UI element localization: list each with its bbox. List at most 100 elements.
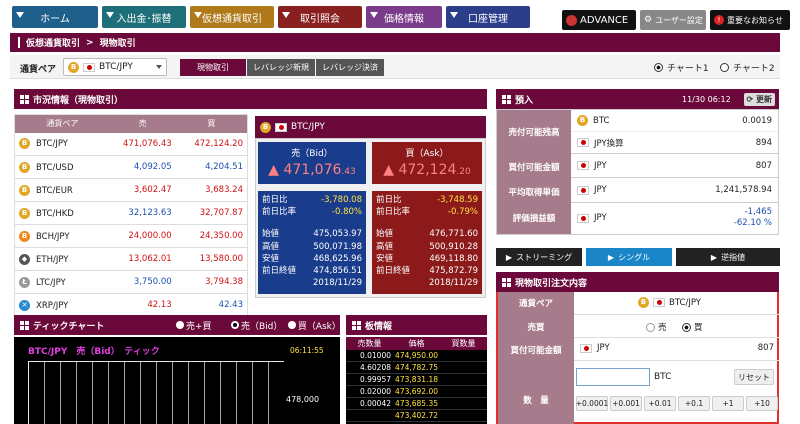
order-book-row[interactable]: 4.60208 474,782.75 xyxy=(346,362,487,374)
market-info-header: 市況情報（現物取引） xyxy=(14,89,487,109)
market-row[interactable]: Ł LTC/JPY 3,750.00 3,794.38 xyxy=(14,270,248,294)
order-book-row[interactable]: 0.99957 473,831.18 xyxy=(346,374,487,386)
order-book-row[interactable]: 0.00042 473,685.35 xyxy=(346,398,487,410)
bid-price-box[interactable]: 売（Bid） ▲ 471,076.43 xyxy=(258,142,366,184)
japan-flag-icon xyxy=(83,62,95,72)
nav-home[interactable]: ホーム xyxy=(12,6,98,28)
qty-add-1[interactable]: +1 xyxy=(712,396,744,411)
nav-deposit[interactable]: 入出金･振替 xyxy=(102,6,186,28)
ask-price: 472,124 xyxy=(398,162,457,178)
quantity-input[interactable] xyxy=(576,368,650,386)
order-side-buy[interactable]: 買 xyxy=(682,321,703,333)
breadcrumb-crypto-trade[interactable]: 仮想通貨取引 xyxy=(26,36,80,49)
nav-account[interactable]: 口座管理 xyxy=(446,6,530,28)
bitcoin-icon: B xyxy=(260,121,271,133)
nav-crypto-trade[interactable]: 仮想通貨取引 xyxy=(190,6,274,28)
coin-icon: B xyxy=(19,207,30,219)
radio-unchecked-icon xyxy=(646,322,655,332)
nav-trade-inquiry[interactable]: 取引照会 xyxy=(278,6,362,28)
radio-unchecked-icon xyxy=(288,321,296,329)
market-row[interactable]: ◆ ETH/JPY 13,062.01 13,580.00 xyxy=(14,247,248,271)
quote-header: B BTC/JPY xyxy=(255,116,486,138)
market-row[interactable]: B BTC/HKD 32,123.63 32,707.87 xyxy=(14,201,248,225)
chart2-radio[interactable]: チャート2 xyxy=(720,61,775,74)
japan-flag-icon xyxy=(577,161,589,170)
gear-icon: ⚙ xyxy=(644,15,653,25)
chevron-down-icon xyxy=(282,12,290,18)
qty-add-01[interactable]: +0.01 xyxy=(644,396,676,411)
bid-price: 471,076 xyxy=(283,162,342,178)
important-notice-button[interactable]: ! 重要なお知らせ xyxy=(710,10,790,30)
tick-option-both[interactable]: 売+買 xyxy=(176,319,212,332)
grid-icon xyxy=(352,320,361,330)
tab-stop-order[interactable]: ▶ 逆指値 xyxy=(676,248,780,266)
ask-stats: 前日比 -3,748.59 前日比率 -0.79% 始値 476,771.60 高値 5… xyxy=(372,191,482,294)
refresh-button[interactable]: ⟳ 更新 xyxy=(743,92,775,106)
chevron-down-icon xyxy=(156,65,162,69)
japan-flag-icon xyxy=(653,298,665,307)
tab-spot-trade[interactable]: 現物取引 xyxy=(180,59,246,76)
radio-checked-icon xyxy=(231,321,239,329)
japan-flag-icon xyxy=(577,213,589,223)
coin-icon: B xyxy=(19,138,30,150)
market-row[interactable]: B BTC/EUR 3,602.47 3,683.24 xyxy=(14,178,248,202)
order-book-row[interactable]: 0.01000 474,950.00 xyxy=(346,350,487,362)
tick-chart-time: 06:11:55 xyxy=(290,346,324,355)
coin-icon: ◆ xyxy=(19,253,30,265)
reset-button[interactable]: リセット xyxy=(734,369,774,385)
market-table: 通貨ペア 売 買 B BTC/JPY 471,076.43 472,124.20 B… xyxy=(14,114,248,317)
grid-icon xyxy=(20,94,29,104)
bitcoin-icon: B xyxy=(577,115,588,126)
chevron-down-icon xyxy=(450,12,458,18)
chevron-right-icon: ▶ xyxy=(607,252,615,262)
market-row[interactable]: B BTC/USD 4,092.05 4,204.51 xyxy=(14,155,248,179)
tab-leverage-new[interactable]: レバレッジ新規 xyxy=(247,59,315,76)
tab-streaming[interactable]: ▶ ストリーミング xyxy=(496,248,582,266)
nav-price-info[interactable]: 価格情報 xyxy=(366,6,442,28)
quantity-unit: BTC xyxy=(654,372,672,382)
pair-label: 通貨ペア xyxy=(20,65,57,75)
tick-chart[interactable]: BTC/JPY 売（Bid） ティック 06:11:55 478,000 xyxy=(14,337,340,424)
tab-leverage-settle[interactable]: レバレッジ決済 xyxy=(316,59,384,76)
ask-price-box[interactable]: 買（Ask） ▲ 472,124.20 xyxy=(372,142,482,184)
tab-single[interactable]: ▶ シングル xyxy=(586,248,672,266)
order-form-header: 現物取引注文内容 xyxy=(496,272,779,292)
qty-add-0001[interactable]: +0.0001 xyxy=(576,396,608,411)
chevron-right-icon: ▶ xyxy=(505,252,513,262)
breadcrumb: 仮想通貨取引 > 現物取引 xyxy=(10,33,780,52)
radio-checked-icon xyxy=(654,63,663,72)
radio-unchecked-icon xyxy=(176,321,184,329)
bid-stats: 前日比 -3,780.08 前日比率 -0.80% 始値 475,053.97 高値 5… xyxy=(258,191,366,294)
pair-select[interactable]: B BTC/JPY xyxy=(63,58,167,76)
advance-button[interactable]: ADVANCE xyxy=(562,10,636,30)
market-row[interactable]: ✕ XRP/JPY 42.13 42.43 xyxy=(14,293,248,317)
qty-add-1tenth[interactable]: +0.1 xyxy=(678,396,710,411)
breadcrumb-spot-trade: 現物取引 xyxy=(99,39,136,49)
order-side-sell[interactable]: 売 xyxy=(646,321,667,333)
coin-icon: B xyxy=(19,184,30,196)
qty-add-10[interactable]: +10 xyxy=(746,396,778,411)
coin-icon: B xyxy=(19,230,30,242)
market-row[interactable]: B BTC/JPY 471,076.43 472,124.20 xyxy=(14,132,248,156)
coin-icon: ✕ xyxy=(19,299,30,311)
chevron-right-icon: ▶ xyxy=(710,252,718,262)
tick-option-ask[interactable]: 買（Ask） xyxy=(288,319,341,332)
coin-icon: Ł xyxy=(19,276,30,288)
order-book-row[interactable]: 473,402.72 xyxy=(346,410,487,422)
radio-checked-icon xyxy=(682,322,691,332)
order-pair: BTC/JPY xyxy=(669,297,701,308)
tick-option-bid[interactable]: 売（Bid） xyxy=(231,319,282,332)
alert-icon: ! xyxy=(714,15,724,25)
market-row[interactable]: B BCH/JPY 24,000.00 24,350.00 xyxy=(14,224,248,248)
grid-icon xyxy=(20,320,29,330)
japan-flag-icon xyxy=(577,185,589,195)
qty-add-001[interactable]: +0.001 xyxy=(610,396,642,411)
user-settings-button[interactable]: ⚙ ユーザー設定 xyxy=(640,10,706,30)
order-book-row[interactable]: 0.02000 473,692.00 xyxy=(346,386,487,398)
tick-chart-header: ティックチャート 売+買 売（Bid） 買（Ask） xyxy=(14,315,341,335)
grid-icon xyxy=(502,94,511,104)
grid-icon xyxy=(502,277,511,287)
japan-flag-icon xyxy=(577,138,589,147)
chart1-radio[interactable]: チャート1 xyxy=(654,61,709,74)
tick-chart-price: 478,000 xyxy=(286,395,320,404)
